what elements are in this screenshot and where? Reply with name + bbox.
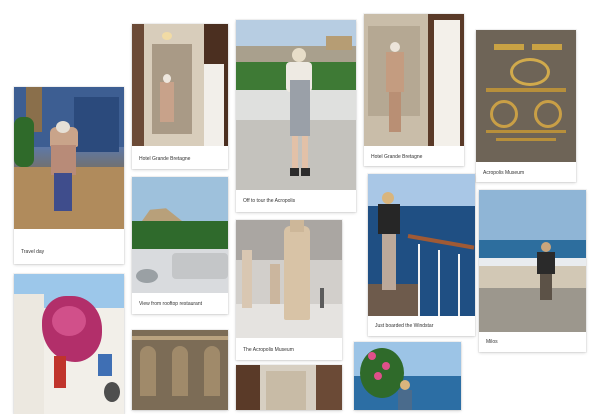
caption-rooftop: View from rooftop restaurant: [139, 301, 202, 307]
photo-acropolis-museum[interactable]: [476, 30, 576, 162]
photo-card-milos[interactable]: Milos: [479, 190, 586, 352]
photo-hotel-1[interactable]: [132, 24, 228, 146]
photo-card-bougainvillea[interactable]: [14, 274, 124, 414]
caption-hotel-1: Hotel Grande Bretagne: [139, 156, 191, 162]
caption-caryatids: The Acropolis Museum: [243, 347, 294, 353]
photo-card-windstar[interactable]: Just boarded the Windstar: [368, 174, 475, 336]
photo-card-hotel-interior[interactable]: [236, 365, 342, 410]
caption-acropolis-museum: Acropolis Museum: [483, 170, 525, 176]
photo-caryatids[interactable]: [236, 220, 342, 338]
photo-hotel-interior[interactable]: [236, 365, 342, 410]
photo-card-acropolis-museum[interactable]: Acropolis Museum: [476, 30, 576, 182]
photo-card-caryatids[interactable]: The Acropolis Museum: [236, 220, 342, 360]
caption-hotel-2: Hotel Grande Bretagne: [371, 154, 423, 160]
photo-ornate-facade[interactable]: [132, 330, 228, 410]
photo-card-rooftop[interactable]: View from rooftop restaurant: [132, 177, 228, 314]
photo-card-ornate-facade[interactable]: [132, 330, 228, 410]
photo-acropolis-tour[interactable]: [236, 20, 356, 190]
photo-card-hotel-2[interactable]: Hotel Grande Bretagne: [364, 14, 464, 166]
photo-windstar[interactable]: [368, 174, 475, 316]
photo-milos[interactable]: [479, 190, 586, 332]
caption-acropolis-tour: Off to tour the Acropolis: [243, 198, 296, 204]
photo-hotel-2[interactable]: [364, 14, 464, 146]
caption-travel-day: Travel day: [21, 249, 45, 255]
photo-rooftop[interactable]: [132, 177, 228, 293]
photo-card-hotel-1[interactable]: Hotel Grande Bretagne: [132, 24, 228, 169]
photo-card-travel-day[interactable]: Travel day: [14, 87, 124, 264]
photo-bougainvillea[interactable]: [14, 274, 124, 414]
photo-travel-day[interactable]: [14, 87, 124, 229]
caption-windstar: Just boarded the Windstar: [375, 323, 434, 329]
caption-milos: Milos: [486, 339, 498, 345]
photo-card-acropolis-tour[interactable]: Off to tour the Acropolis: [236, 20, 356, 212]
